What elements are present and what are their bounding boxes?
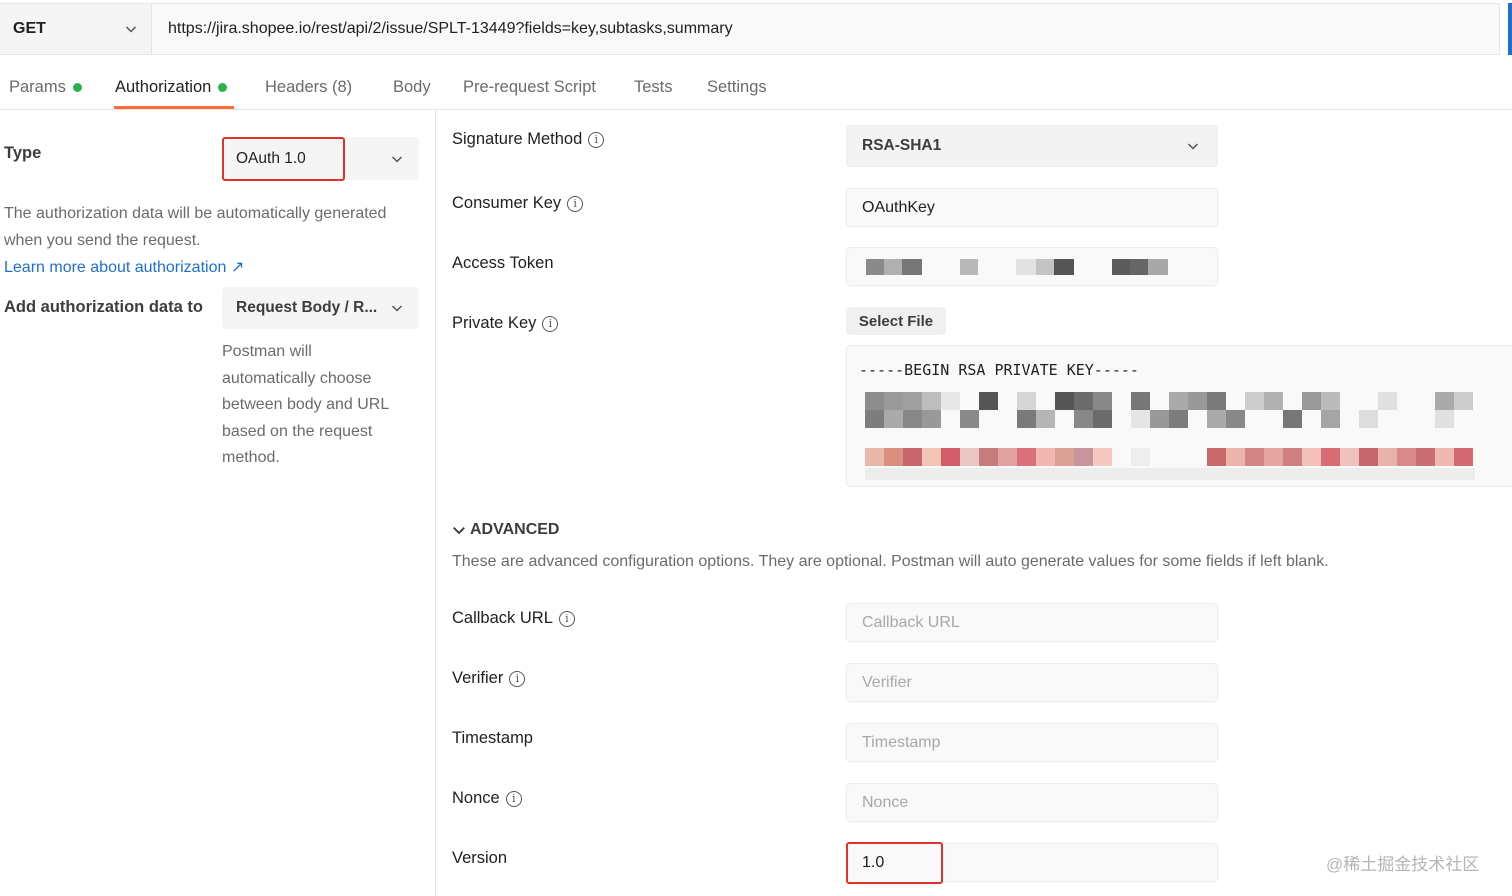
signature-method-value: RSA-SHA1 — [862, 137, 942, 154]
active-tab-indicator — [114, 106, 234, 109]
advanced-description: These are advanced configuration options… — [452, 553, 1329, 570]
private-key-header: -----BEGIN RSA PRIVATE KEY----- — [859, 361, 1139, 379]
chevron-down-icon — [1187, 143, 1199, 150]
version-input[interactable]: 1.0 — [846, 842, 943, 884]
request-tabs: Params Authorization Headers (8) Body Pr… — [0, 64, 1512, 110]
label-text: Access Token — [452, 254, 554, 272]
chevron-down-icon — [453, 527, 465, 535]
info-icon[interactable]: i — [505, 790, 522, 807]
redacted-key-image — [865, 392, 1475, 480]
tab-label: Tests — [634, 78, 673, 96]
highlight-box — [222, 137, 345, 181]
send-button-edge[interactable] — [1508, 3, 1512, 55]
timestamp-input[interactable]: Timestamp — [846, 723, 1218, 762]
tab-headers[interactable]: Headers (8) — [265, 78, 352, 97]
tab-label: Headers (8) — [265, 78, 353, 96]
label-text: Nonce — [452, 789, 500, 807]
access-token-input[interactable] — [846, 247, 1218, 286]
timestamp-label: Timestamp — [452, 729, 533, 748]
request-url-bar: GET https://jira.shopee.io/rest/api/2/is… — [0, 3, 1500, 55]
label-text: Consumer Key — [452, 194, 562, 212]
advanced-title: ADVANCED — [470, 521, 560, 538]
tab-pre-request-script[interactable]: Pre-request Script — [463, 78, 596, 97]
help-line: method. — [222, 449, 280, 466]
add-auth-data-label: Add authorization data to — [4, 298, 203, 316]
private-key-label: Private Key i — [452, 314, 559, 333]
callback-url-label: Callback URL i — [452, 609, 575, 628]
redacted-token-image — [866, 258, 1168, 275]
tab-label: Settings — [707, 78, 767, 96]
info-icon[interactable]: i — [558, 610, 575, 627]
nonce-input[interactable]: Nonce — [846, 783, 1218, 822]
info-icon[interactable]: i — [588, 131, 605, 148]
auth-description-line: when you send the request. — [4, 232, 201, 249]
help-line: automatically choose — [222, 369, 372, 387]
tab-tests[interactable]: Tests — [634, 78, 673, 97]
info-icon[interactable]: i — [509, 670, 526, 687]
tab-label: Pre-request Script — [463, 78, 596, 96]
signature-method-select[interactable]: RSA-SHA1 — [846, 125, 1218, 167]
help-line: based on the request — [222, 422, 373, 440]
info-icon[interactable]: i — [542, 315, 559, 332]
signature-method-label: Signature Method i — [452, 130, 605, 149]
version-label: Version — [452, 849, 507, 868]
verifier-input[interactable]: Verifier — [846, 663, 1218, 702]
add-auth-data-select[interactable]: Request Body / R... — [222, 287, 419, 329]
url-input[interactable]: https://jira.shopee.io/rest/api/2/issue/… — [152, 4, 1499, 54]
private-key-textarea[interactable]: -----BEGIN RSA PRIVATE KEY----- — [846, 345, 1512, 487]
consumer-key-label: Consumer Key i — [452, 194, 584, 213]
info-icon[interactable]: i — [567, 195, 584, 212]
tab-authorization[interactable]: Authorization — [115, 78, 228, 97]
tab-label: Authorization — [115, 78, 212, 96]
label-text: Signature Method — [452, 130, 583, 148]
tab-label: Params — [9, 78, 66, 96]
chevron-down-icon — [391, 305, 403, 312]
label-text: Verifier — [452, 669, 504, 687]
help-line: Postman will — [222, 343, 312, 360]
tab-params[interactable]: Params — [9, 78, 82, 97]
verifier-label: Verifier i — [452, 669, 526, 688]
add-auth-help: Postman will automatically choose betwee… — [222, 339, 389, 472]
auth-description: The authorization data will be automatic… — [4, 200, 386, 254]
auth-type-panel: Type OAuth 1.0 The authorization data wi… — [0, 110, 436, 896]
label-text: Callback URL — [452, 609, 553, 627]
chevron-down-icon — [125, 26, 137, 33]
auth-description-line: The authorization data will be automatic… — [4, 205, 387, 222]
label-text: Version — [452, 849, 508, 867]
tab-settings[interactable]: Settings — [707, 78, 767, 97]
label-text: Timestamp — [452, 729, 533, 747]
select-file-button[interactable]: Select File — [846, 307, 946, 335]
method-select[interactable]: GET — [0, 4, 152, 54]
help-line: between body and URL — [222, 396, 390, 413]
nonce-label: Nonce i — [452, 789, 522, 808]
type-label: Type — [4, 144, 42, 162]
add-auth-data-value: Request Body / R... — [236, 299, 378, 316]
chevron-down-icon — [391, 155, 403, 163]
learn-more-link[interactable]: Learn more about authorization ↗ — [4, 257, 244, 277]
callback-url-input[interactable]: Callback URL — [846, 603, 1218, 642]
consumer-key-input[interactable]: OAuthKey — [846, 188, 1218, 227]
tab-body[interactable]: Body — [393, 78, 431, 97]
label-text: Private Key — [452, 314, 537, 332]
tab-label: Body — [393, 78, 431, 96]
authorization-status-dot — [218, 83, 228, 92]
method-label: GET — [13, 20, 46, 37]
params-status-dot — [72, 83, 82, 92]
watermark: @稀土掘金技术社区 — [1326, 855, 1480, 874]
advanced-toggle[interactable]: ADVANCED — [452, 521, 559, 539]
access-token-label: Access Token — [452, 254, 554, 273]
